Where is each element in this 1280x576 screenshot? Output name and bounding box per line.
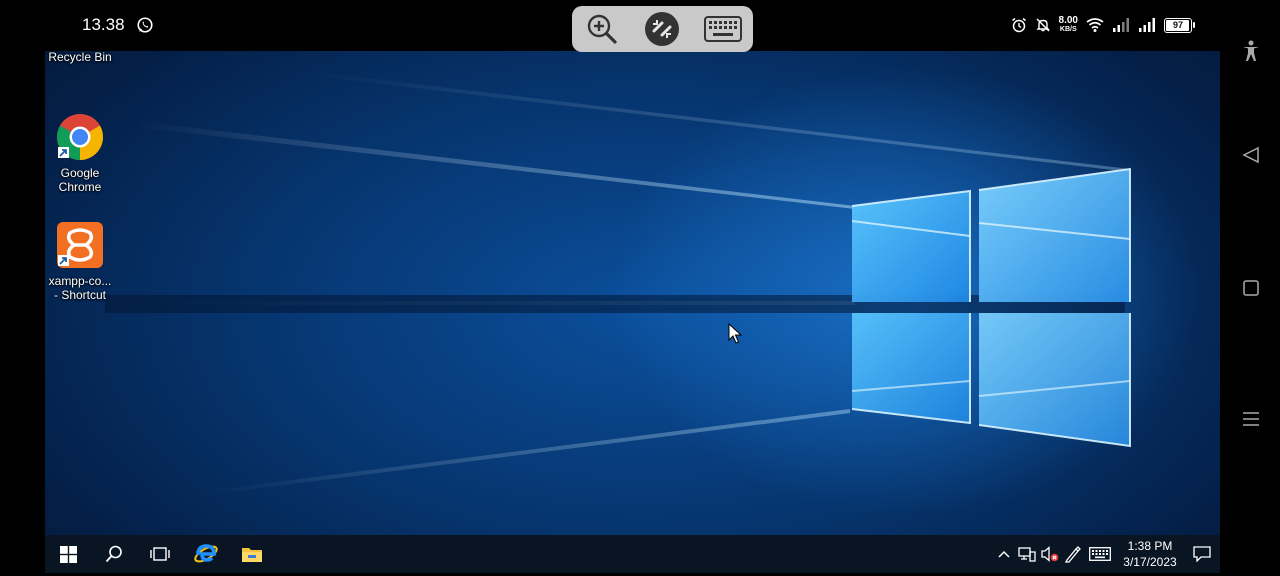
keyboard-button[interactable] xyxy=(701,9,745,49)
zoom-in-button[interactable] xyxy=(580,9,624,49)
network-speed: 8.00 KB/S xyxy=(1059,16,1078,34)
mouse-cursor-icon xyxy=(728,323,742,344)
home-icon xyxy=(1243,280,1259,296)
chrome-shortcut[interactable]: Google Chrome xyxy=(45,113,120,194)
battery-icon: 97 xyxy=(1164,17,1195,33)
action-center-button[interactable] xyxy=(1184,535,1220,573)
remote-connection-icon xyxy=(645,12,680,46)
zoom-in-icon xyxy=(587,14,617,44)
signal-icon-2 xyxy=(1139,18,1155,32)
pen-tray-button[interactable] xyxy=(1061,535,1084,573)
alarm-icon xyxy=(1011,17,1026,33)
xampp-label-line1: xampp-co... xyxy=(48,274,112,288)
xampp-icon xyxy=(57,222,103,268)
network-tray-button[interactable] xyxy=(1015,535,1038,573)
remote-connection-button[interactable] xyxy=(640,9,684,49)
wifi-icon xyxy=(1086,18,1104,32)
net-speed-value: 8.00 xyxy=(1058,15,1078,26)
android-navigation-bar xyxy=(1220,0,1280,576)
menu-icon xyxy=(1243,412,1259,426)
home-button[interactable] xyxy=(1240,277,1262,299)
chrome-label-line1: Google xyxy=(60,166,100,180)
mute-notification-icon xyxy=(1035,18,1050,32)
status-indicators: 8.00 KB/S 97 xyxy=(1011,14,1195,36)
volume-tray-button[interactable] xyxy=(1038,535,1061,573)
taskbar-clock[interactable]: 1:38 PM 3/17/2023 xyxy=(1120,538,1180,570)
chrome-label-line2: Chrome xyxy=(58,180,102,194)
clock-time: 1:38 PM xyxy=(1127,539,1173,553)
clock-date: 3/17/2023 xyxy=(1123,555,1177,569)
network-icon xyxy=(1017,547,1036,562)
search-icon xyxy=(105,545,122,563)
remote-toolbar xyxy=(572,6,753,52)
xampp-label-line2: - Shortcut xyxy=(53,288,107,302)
touch-keyboard-button[interactable] xyxy=(1084,535,1116,573)
notification-icon xyxy=(1193,546,1211,562)
volume-muted-icon xyxy=(1040,546,1058,562)
chrome-icon xyxy=(57,114,103,160)
back-icon xyxy=(1242,146,1259,164)
task-view-icon xyxy=(150,547,170,561)
start-icon xyxy=(59,545,77,563)
signal-icon xyxy=(1113,18,1129,32)
back-button[interactable] xyxy=(1240,144,1262,166)
system-tray: 1:38 PM 3/17/2023 xyxy=(992,535,1220,573)
internet-explorer-button[interactable] xyxy=(183,535,229,573)
accessibility-icon xyxy=(1243,40,1259,61)
recycle-bin-shortcut[interactable]: Recycle Bin xyxy=(45,51,120,64)
whatsapp-icon xyxy=(137,17,153,33)
keyboard-icon xyxy=(703,16,742,42)
windows-desktop[interactable]: Recycle Bin Google Chrome xampp-co... - … xyxy=(45,51,1220,535)
chevron-up-icon xyxy=(997,550,1010,558)
recycle-bin-label: Recycle Bin xyxy=(48,51,112,64)
menu-button[interactable] xyxy=(1240,408,1262,430)
accessibility-button[interactable] xyxy=(1240,40,1262,62)
pen-icon xyxy=(1064,546,1081,563)
status-time: 13.38 xyxy=(82,15,125,34)
task-view-button[interactable] xyxy=(137,535,183,573)
windows-taskbar: 1:38 PM 3/17/2023 xyxy=(45,535,1220,573)
windows-wallpaper xyxy=(105,71,1131,495)
battery-level: 97 xyxy=(1172,20,1183,30)
show-hidden-icons-button[interactable] xyxy=(992,535,1015,573)
file-explorer-button[interactable] xyxy=(229,535,275,573)
keyboard-tray-icon xyxy=(1089,547,1111,561)
search-button[interactable] xyxy=(91,535,137,573)
file-explorer-icon xyxy=(242,548,262,562)
net-speed-unit: KB/S xyxy=(1059,26,1077,33)
internet-explorer-icon xyxy=(194,544,218,563)
start-button[interactable] xyxy=(45,535,91,573)
xampp-shortcut[interactable]: xampp-co... - Shortcut xyxy=(45,221,120,302)
